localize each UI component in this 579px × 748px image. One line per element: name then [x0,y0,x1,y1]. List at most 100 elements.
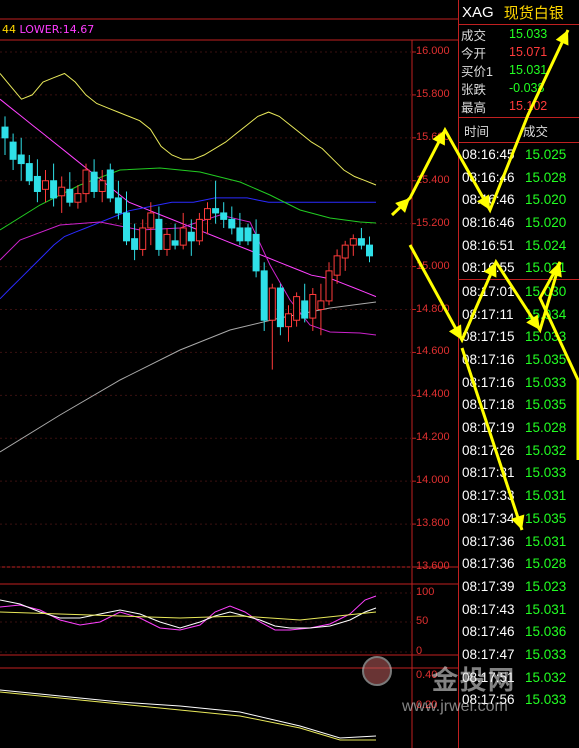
watermark-url: www.jrwei.com [402,698,508,715]
candle-body [228,218,236,229]
trade-row[interactable]: 08:17:18 15.035 [459,394,579,417]
quote-row: 买价1 15.031 [459,61,579,79]
trade-row[interactable]: 08:16:46 15.028 [459,166,579,189]
trade-time: 08:17:34 [462,510,515,526]
trade-row[interactable]: 08:17:15 15.033 [459,326,579,349]
candle-body [236,227,244,242]
trade-price: 15.020 [525,192,567,208]
trade-time: 08:17:16 [462,374,515,390]
trade-price: 15.033 [525,329,567,345]
trade-price: 15.028 [525,556,567,572]
quote-row: 成交 15.033 [459,25,579,43]
candle-body [33,175,41,192]
quote-label: 成交 [461,28,487,43]
trade-time: 08:16:55 [462,260,515,276]
candle-body [25,163,33,182]
trade-row[interactable]: 08:16:46 15.020 [459,211,579,234]
price-tick-label: 15.400 [416,173,450,186]
moving-average-line [0,72,377,186]
trade-price: 15.028 [525,420,567,436]
trade-time: 08:17:39 [462,578,515,594]
trades-header-time: 时间 [464,123,490,139]
candle-body [212,208,220,214]
trade-time: 08:17:43 [462,601,515,617]
price-tick-label: 15.600 [416,130,450,143]
candle-body [106,169,114,199]
macd-signal-line [0,691,376,741]
quote-label: 今开 [461,46,487,61]
trade-price: 15.030 [525,283,567,299]
trade-row[interactable]: 08:17:16 15.033 [459,371,579,394]
candle-body [260,270,268,321]
candle-body [285,313,292,328]
price-tick-label: 16.000 [416,45,450,57]
trade-time: 08:17:11 [462,306,514,322]
candle-body [220,212,228,220]
candle-body [309,293,317,319]
candle-body [276,287,284,328]
trade-price: 15.034 [525,306,567,322]
trade-row[interactable]: 08:16:51 15.024 [459,234,579,257]
kline-chart-area[interactable]: 44 LOWER:14.67 16.000 15.800 15.600 15.400 1… [0,0,458,748]
quote-label: 张跌 [461,82,487,97]
trade-row[interactable]: 08:17:43 15.031 [459,598,579,621]
trade-price: 15.025 [525,146,567,162]
trade-price: 15.023 [525,578,567,594]
price-tick-label: 15.000 [416,259,450,272]
trades-list-2[interactable]: 08:17:01 15.030 08:17:11 15.034 08:17:15 15.0… [459,279,579,711]
quote-label: 最高 [461,100,487,115]
trade-price: 15.031 [525,533,567,549]
candle-body [139,227,147,250]
candle-body [114,197,122,214]
trade-row[interactable]: 08:17:31 15.033 [459,462,579,485]
trade-row[interactable]: 08:17:34 15.035 [459,507,579,530]
candle-body [17,154,25,165]
trade-row[interactable]: 08:17:39 15.023 [459,575,579,598]
quote-value: 15.071 [509,45,548,59]
candle-body [252,233,260,272]
trade-row[interactable]: 08:17:26 15.032 [459,439,579,462]
trades-header: 时间 成交 [459,117,579,142]
candle-body [82,169,90,195]
candle-body [1,126,9,139]
price-tick-label: 14.800 [416,302,450,315]
trade-time: 08:17:46 [462,624,515,640]
quote-panel: XAG 现货白银 成交 15.033 今开 15.071 买价1 15.031 张跌 -0.0… [458,0,579,748]
trade-row[interactable]: 08:17:19 15.028 [459,416,579,439]
trade-time: 08:17:31 [462,465,515,481]
trade-time: 08:17:26 [462,442,515,458]
trade-row[interactable]: 08:17:33 15.031 [459,484,579,507]
candle-body [131,238,139,250]
candle-body [341,244,349,259]
kline-chart[interactable] [0,0,458,748]
candle-body [147,212,155,229]
trade-row[interactable]: 08:17:11 15.034 [459,303,579,326]
trade-price: 15.033 [525,465,567,481]
trade-row[interactable]: 08:16:46 15.020 [459,188,579,211]
trade-row[interactable]: 08:16:45 15.025 [459,143,579,166]
trade-row[interactable]: 08:17:36 15.028 [459,552,579,575]
quote-summary: 成交 15.033 今开 15.071 买价1 15.031 张跌 -0.038 最高 15.10… [459,25,579,115]
trade-row[interactable]: 08:17:01 15.030 [459,280,579,303]
price-tick-label: 13.600 [416,560,450,572]
trades-list-1[interactable]: 08:16:45 15.025 08:16:46 15.028 08:16:46 15.0… [459,142,579,279]
trade-time: 08:16:45 [462,146,515,162]
trade-time: 08:17:36 [462,533,515,549]
candle-body [268,287,276,321]
candle-body [9,141,17,160]
symbol-name: 现货白银 [503,3,564,22]
candle-body [123,212,130,242]
price-tick-label: 15.200 [416,216,450,229]
candle-body [301,300,309,319]
trade-row[interactable]: 08:17:36 15.031 [459,530,579,553]
kdj-j-line [0,611,377,621]
trade-price: 15.035 [525,397,567,413]
trade-row[interactable]: 08:17:16 15.035 [459,348,579,371]
trade-time: 08:17:18 [462,397,515,413]
trade-time: 08:16:51 [462,237,515,253]
trade-row[interactable]: 08:17:46 15.036 [459,620,579,643]
trade-price: 15.024 [525,237,567,253]
trade-row[interactable]: 08:16:55 15.021 [459,256,579,279]
candle-body [187,231,195,242]
trades-header-price: 成交 [523,123,549,139]
